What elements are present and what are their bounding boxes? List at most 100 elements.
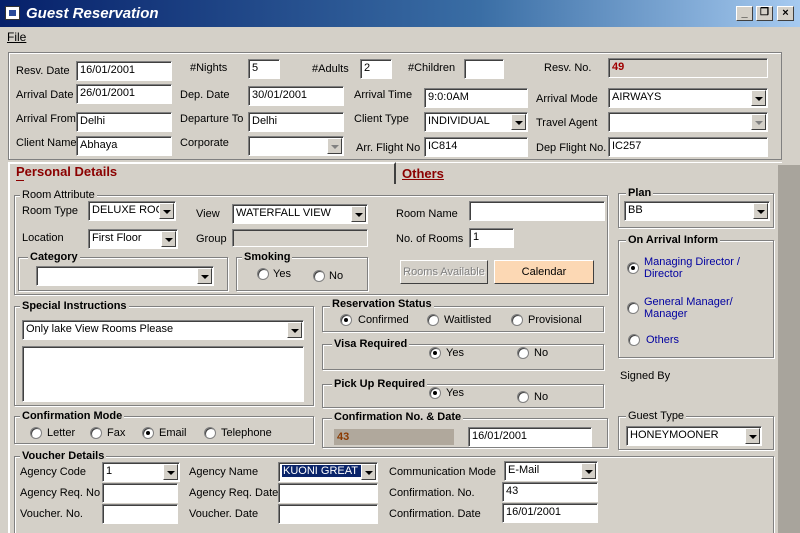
conf-date-label: Confirmation. Date (389, 508, 481, 520)
arrival-time-input[interactable]: 9:0:0AM (424, 88, 528, 108)
arr-flight-input[interactable]: IC814 (424, 137, 528, 157)
status-confirmed-radio[interactable] (340, 314, 352, 326)
arrival-date-input[interactable]: 26/01/2001 (76, 84, 172, 104)
guest-type-select[interactable]: HONEYMOONER (626, 426, 762, 446)
minimize-button[interactable]: _ (736, 6, 753, 21)
conf-no-input[interactable]: 43 (502, 482, 598, 502)
travel-agent-select[interactable] (608, 112, 768, 132)
chevron-down-icon[interactable] (751, 90, 766, 106)
chevron-down-icon[interactable] (753, 203, 768, 219)
inform-others-radio[interactable] (628, 334, 640, 346)
special-instructions-title: Special Instructions (20, 300, 129, 312)
voucher-date-input[interactable] (278, 504, 378, 524)
chevron-down-icon[interactable] (163, 464, 178, 480)
visa-yes-radio[interactable] (429, 347, 441, 359)
room-name-input[interactable] (469, 201, 605, 221)
chevron-down-icon[interactable] (361, 464, 376, 480)
close-button[interactable]: × (777, 6, 794, 21)
category-select[interactable] (36, 266, 214, 286)
mode-letter-label: Letter (47, 427, 76, 439)
chevron-down-icon[interactable] (351, 206, 366, 222)
nights-input[interactable]: 5 (248, 59, 280, 79)
arrival-mode-select[interactable]: AIRWAYS (608, 88, 768, 108)
chevron-down-icon[interactable] (511, 114, 526, 130)
view-select[interactable]: WATERFALL VIEW (232, 204, 368, 224)
voucher-date-label: Voucher. Date (189, 508, 259, 520)
conf-date-input[interactable]: 16/01/2001 (502, 503, 598, 523)
chevron-down-icon[interactable] (159, 203, 174, 219)
comm-mode-value: E-Mail (508, 464, 540, 476)
comm-mode-label: Communication Mode (389, 466, 496, 478)
plan-title: Plan (626, 187, 654, 199)
smoking-no-radio[interactable] (313, 270, 325, 282)
room-attribute-title: Room Attribute (20, 189, 97, 201)
rooms-available-button[interactable]: Rooms Available (400, 260, 488, 284)
inform-gm-label: General Manager/ Manager (644, 296, 733, 320)
tab-others[interactable] (396, 162, 782, 184)
room-name-label: Room Name (396, 208, 458, 220)
view-value: WATERFALL VIEW (236, 207, 331, 219)
status-provisional-radio[interactable] (511, 314, 523, 326)
confirmation-date-input[interactable]: 16/01/2001 (468, 427, 592, 447)
resv-date-input[interactable]: 16/01/2001 (76, 61, 172, 81)
agency-name-select[interactable]: KUONI GREAT E (278, 462, 378, 482)
agency-req-no-input[interactable] (102, 483, 178, 503)
corporate-select[interactable] (248, 136, 344, 156)
client-name-input[interactable]: Abhaya (76, 136, 172, 156)
client-name-label: Client Name (16, 137, 77, 149)
chevron-down-icon[interactable] (161, 231, 176, 247)
chevron-down-icon[interactable] (287, 322, 302, 338)
chevron-down-icon[interactable] (327, 138, 342, 154)
dep-flight-input[interactable]: IC257 (608, 137, 768, 157)
mode-telephone-radio[interactable] (204, 427, 216, 439)
restore-button[interactable]: ❐ (756, 6, 773, 21)
agency-name-label: Agency Name (189, 466, 259, 478)
arr-flight-label: Arr. Flight No (356, 142, 421, 154)
client-type-select[interactable]: INDIVIDUAL (424, 112, 528, 132)
group-label: Group (196, 233, 227, 245)
pickup-no-radio[interactable] (517, 391, 529, 403)
mode-letter-radio[interactable] (30, 427, 42, 439)
departure-to-label: Departure To (180, 113, 244, 125)
chevron-down-icon[interactable] (745, 428, 760, 444)
visa-no-radio[interactable] (517, 347, 529, 359)
no-rooms-input[interactable]: 1 (469, 228, 514, 248)
children-input[interactable] (464, 59, 504, 79)
voucher-no-input[interactable] (102, 504, 178, 524)
dep-date-input[interactable]: 30/01/2001 (248, 86, 344, 106)
location-select[interactable]: First Floor (88, 229, 178, 249)
chevron-down-icon[interactable] (581, 463, 596, 479)
pickup-yes-radio[interactable] (429, 387, 441, 399)
status-waitlisted-radio[interactable] (427, 314, 439, 326)
room-type-label: Room Type (22, 205, 79, 217)
calendar-button[interactable]: Calendar (494, 260, 594, 284)
resv-date-label: Resv. Date (16, 65, 70, 77)
special-instructions-notes[interactable] (22, 346, 304, 402)
agency-code-select[interactable]: 1 (102, 462, 180, 482)
agency-req-date-input[interactable] (278, 483, 378, 503)
special-instructions-select[interactable]: Only lake View Rooms Please (22, 320, 304, 340)
mode-fax-radio[interactable] (90, 427, 102, 439)
room-type-select[interactable]: DELUXE ROO (88, 201, 176, 221)
conf-no-label: Confirmation. No. (389, 487, 475, 499)
arrival-from-input[interactable]: Delhi (76, 112, 172, 132)
menu-bar (0, 27, 800, 47)
visa-no-label: No (534, 347, 549, 359)
dep-flight-label: Dep Flight No. (536, 142, 607, 154)
departure-to-input[interactable]: Delhi (248, 112, 344, 132)
adults-input[interactable]: 2 (360, 59, 392, 79)
comm-mode-select[interactable]: E-Mail (504, 461, 598, 481)
inform-md-radio[interactable] (627, 262, 639, 274)
chevron-down-icon[interactable] (751, 114, 766, 130)
smoking-yes-radio[interactable] (257, 268, 269, 280)
inform-gm-radio[interactable] (627, 302, 639, 314)
confirmation-no-title: Confirmation No. & Date (332, 411, 464, 423)
menu-file[interactable]: File (7, 30, 26, 44)
app-icon (5, 6, 20, 20)
plan-select[interactable]: BB (624, 201, 770, 221)
signed-by-label: Signed By (620, 370, 671, 382)
arrival-mode-label: Arrival Mode (536, 93, 598, 105)
mode-email-radio[interactable] (142, 427, 154, 439)
chevron-down-icon[interactable] (197, 268, 212, 284)
group-input (232, 229, 368, 247)
